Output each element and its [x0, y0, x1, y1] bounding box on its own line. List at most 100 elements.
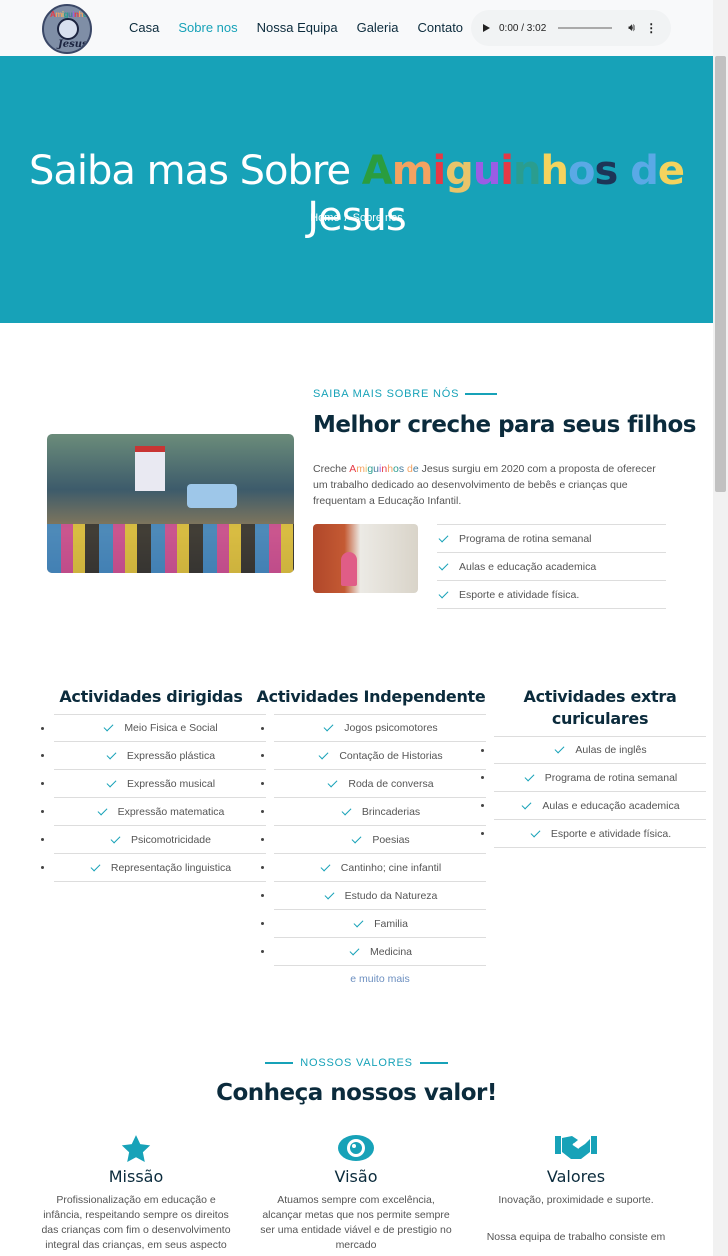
list-item: Roda de conversa	[261, 770, 486, 798]
list-item-label: Poesias	[372, 833, 410, 846]
list-item-label: Familia	[374, 917, 408, 930]
child-photo	[313, 524, 418, 593]
hero-title-prefix: Saiba mas Sobre	[28, 148, 351, 194]
check-label: Programa de rotina semanal	[459, 532, 592, 545]
list-item-label: Aulas e educação academica	[542, 799, 680, 812]
more-activities-link[interactable]: e muito mais	[274, 973, 486, 985]
check-icon	[106, 777, 117, 787]
activities-independente: Actividades Independente Jogos psicomoto…	[256, 686, 486, 985]
hero-title-de: de	[630, 148, 685, 194]
check-label: Aulas e educação academica	[459, 560, 597, 573]
list-item: Jogos psicomotores	[261, 714, 486, 742]
list-item-label: Contação de Historias	[339, 749, 443, 762]
eyebrow-line	[419, 1062, 448, 1064]
scrollbar-thumb[interactable]	[715, 56, 726, 492]
valores-eyebrow: NOSSOS VALORES	[0, 1057, 713, 1069]
list-item: Cantinho; cine infantil	[261, 854, 486, 882]
activities-dirigidas: Actividades dirigidas Meio Fisica e Soci…	[36, 686, 266, 882]
check-icon	[351, 833, 362, 843]
list-item: Esporte e atividade física.	[481, 820, 706, 848]
check-icon	[90, 861, 101, 871]
nav-nossa-equipa[interactable]: Nossa Equipa	[257, 20, 338, 35]
nav-sobre-nos[interactable]: Sobre nos	[178, 20, 237, 35]
breadcrumb-home[interactable]: Home	[310, 212, 339, 224]
activities-independente-list: Jogos psicomotores Contação de Historias…	[256, 714, 486, 966]
about-checklist: Programa de rotina semanal Aulas e educa…	[437, 524, 666, 609]
activities-dirigidas-list: Meio Fisica e Social Expressão plástica …	[36, 714, 266, 882]
logo-text: Jesus	[58, 39, 88, 50]
hero-title: Saiba mas Sobre Amiguinhos de Jesus	[0, 148, 713, 240]
star-icon	[36, 1133, 236, 1167]
check-icon	[97, 805, 108, 815]
list-item-label: Estudo da Natureza	[344, 889, 438, 902]
list-item: Poesias	[261, 826, 486, 854]
check-icon	[110, 833, 121, 843]
list-item: Medicina	[261, 938, 486, 966]
audio-progress-bar[interactable]	[558, 27, 613, 29]
check-icon	[438, 560, 449, 570]
more-options-icon[interactable]: ⋮	[645, 21, 657, 35]
list-item-label: Representação linguistica	[110, 861, 232, 874]
list-item-label: Jogos psicomotores	[344, 722, 438, 734]
check-icon	[353, 917, 364, 927]
nav-galeria[interactable]: Galeria	[357, 20, 399, 35]
about-eyebrow: SAIBA MAIS SOBRE NÓS	[313, 388, 498, 400]
list-item-label: Psicomotricidade	[131, 833, 211, 846]
list-item-label: Aulas de inglês	[575, 744, 647, 756]
nav-casa[interactable]: Casa	[129, 20, 159, 35]
activities-extra-list: Aulas de inglês Programa de rotina seman…	[476, 736, 706, 848]
list-item-label: Cantinho; cine infantil	[340, 861, 442, 874]
check-item: Aulas e educação academica	[437, 553, 666, 581]
eyebrow-line	[265, 1062, 294, 1064]
list-item-label: Expressão plástica	[126, 749, 216, 762]
logo[interactable]: Amiguinhos Jesus	[42, 4, 92, 54]
about-text: Creche Amiguinhos de Jesus surgiu em 202…	[313, 461, 668, 509]
visao-card: Visão Atuamos sempre com excelência, alc…	[256, 1133, 456, 1253]
check-icon	[320, 861, 331, 871]
check-icon	[341, 805, 352, 815]
valores-eyebrow-text: NOSSOS VALORES	[300, 1057, 413, 1069]
list-item: Programa de rotina semanal	[481, 764, 706, 792]
list-item-label: Meio Fisica e Social	[124, 722, 218, 734]
about-text-de: de	[407, 463, 419, 475]
hero-title-amiguinhos: Amiguinhos	[361, 148, 618, 194]
handshake-icon	[476, 1133, 676, 1167]
check-icon	[530, 827, 541, 837]
list-item: Familia	[261, 910, 486, 938]
breadcrumb-current: Sobre nos	[352, 212, 403, 224]
check-item: Esporte e atividade física.	[437, 581, 666, 609]
site-header: Amiguinhos Jesus Casa Sobre nos Nossa Eq…	[0, 0, 713, 56]
activities-extra-title: Actividades extra curiculares	[523, 687, 677, 728]
audio-player: 0:00 / 3:02 🔊︎ ⋮	[471, 10, 671, 46]
about-eyebrow-text: SAIBA MAIS SOBRE NÓS	[313, 388, 460, 400]
list-item: Expressão plástica	[41, 742, 266, 770]
list-item-label: Expressão matematica	[117, 805, 225, 818]
valores-card-text: Inovação, proximidade e suporte.	[498, 1194, 654, 1206]
check-icon	[323, 721, 334, 732]
volume-icon[interactable]: 🔊︎	[628, 22, 635, 35]
list-item: Representação linguistica	[41, 854, 266, 882]
activities-independente-title: Actividades Independente	[256, 687, 486, 706]
check-icon	[438, 532, 449, 542]
play-icon[interactable]	[483, 24, 490, 32]
list-item: Aulas de inglês	[481, 736, 706, 764]
check-icon	[106, 749, 117, 759]
page-scrollbar[interactable]	[713, 0, 728, 1256]
check-icon	[324, 889, 335, 899]
visao-title: Visão	[334, 1167, 378, 1186]
visao-text: Atuamos sempre com excelência, alcançar …	[260, 1194, 452, 1251]
about-text-name: Amiguinhos	[349, 463, 405, 475]
check-icon	[318, 749, 329, 759]
classroom-photo	[47, 434, 294, 573]
list-item-label: Esporte e atividade física.	[550, 827, 672, 840]
hero-banner: Saiba mas Sobre Amiguinhos de Jesus Home…	[0, 56, 713, 323]
check-label: Esporte e atividade física.	[459, 588, 580, 601]
breadcrumb-separator: /	[344, 212, 348, 224]
check-icon	[438, 588, 449, 598]
list-item: Brincaderias	[261, 798, 486, 826]
main-nav: Casa Sobre nos Nossa Equipa Galeria Cont…	[129, 20, 482, 35]
list-item-label: Brincaderias	[361, 805, 421, 818]
nav-contato[interactable]: Contato	[418, 20, 464, 35]
list-item: Expressão musical	[41, 770, 266, 798]
valores-title: Conheça nossos valor!	[216, 1080, 497, 1106]
